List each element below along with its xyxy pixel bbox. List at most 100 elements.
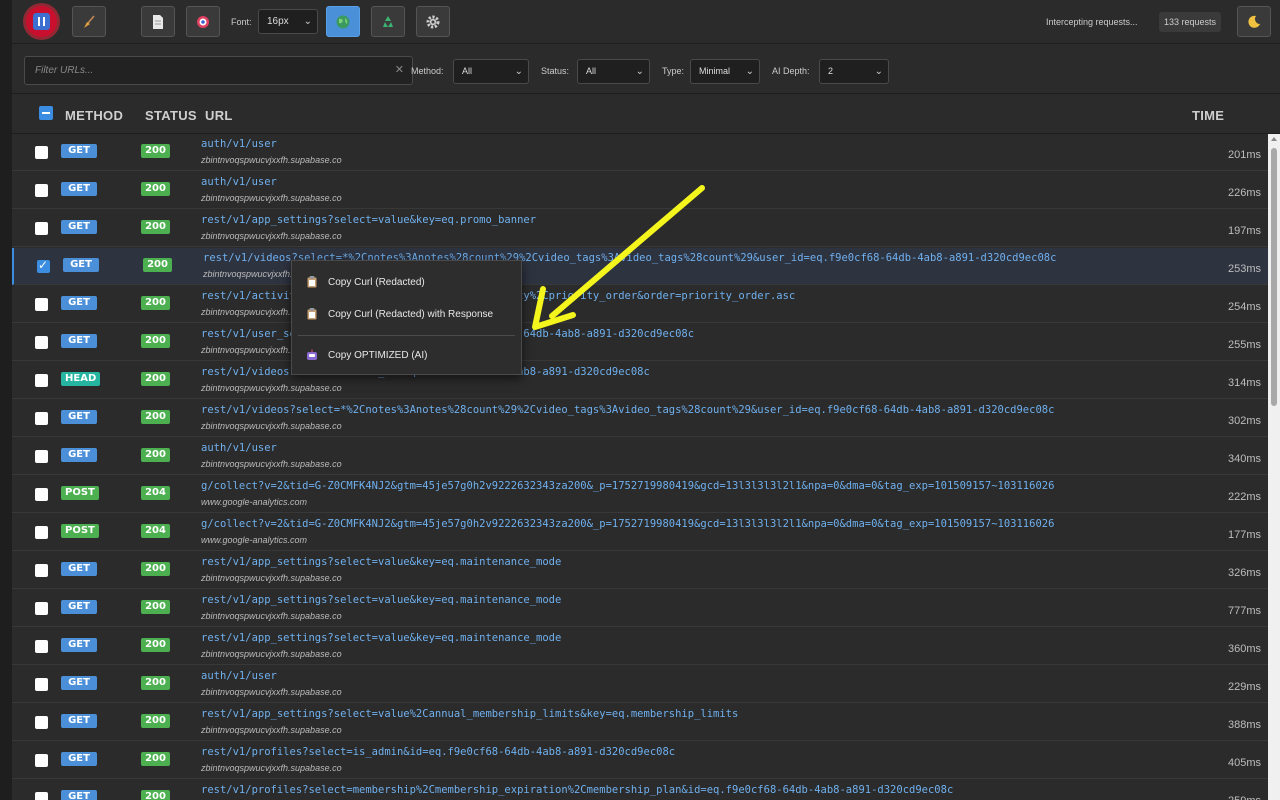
- table-row[interactable]: POST 204 g/collect?v=2&tid=G-Z0CMFK4NJ2&gt…: [12, 514, 1268, 551]
- clear-button[interactable]: [72, 6, 106, 37]
- request-host: zbintnvoqspwucvjxxfh.supabase.co: [201, 687, 342, 697]
- export-button[interactable]: [141, 6, 175, 37]
- status-badge: 200: [141, 714, 170, 728]
- context-menu-divider: [298, 335, 515, 336]
- row-checkbox[interactable]: [35, 146, 48, 159]
- table-row[interactable]: GET 200 rest/v1/app_settings?select=value&…: [12, 552, 1268, 589]
- type-select[interactable]: Minimal ⌄: [690, 59, 760, 84]
- row-checkbox[interactable]: [35, 716, 48, 729]
- status-column-header[interactable]: STATUS: [145, 108, 197, 123]
- status-badge: 200: [143, 258, 172, 272]
- table-row[interactable]: GET 200 rest/v1/profiles?select=membership…: [12, 780, 1268, 800]
- request-list: GET 200 auth/v1/user zbintnvoqspwucvjxxfh.s…: [12, 134, 1268, 800]
- request-url[interactable]: auth/v1/user: [201, 442, 1191, 454]
- table-row[interactable]: GET200rest/v1/videos?select=*%2Cnotes%3A…: [12, 400, 1268, 437]
- request-time: 388ms: [1227, 719, 1261, 731]
- ai-depth-select[interactable]: 2 ⌄: [819, 59, 889, 84]
- row-checkbox[interactable]: [35, 602, 48, 615]
- method-column-header[interactable]: METHOD: [65, 108, 123, 123]
- row-checkbox[interactable]: [35, 222, 48, 235]
- table-row[interactable]: GET 200 auth/v1/user zbintnvoqspwucvjxxfh.s…: [12, 438, 1268, 475]
- row-checkbox[interactable]: [35, 450, 48, 463]
- request-url[interactable]: auth/v1/user: [201, 176, 1191, 188]
- theme-toggle-button[interactable]: [1237, 6, 1271, 37]
- row-checkbox[interactable]: [35, 754, 48, 767]
- method-badge: GET: [61, 220, 97, 234]
- row-checkbox[interactable]: [35, 526, 48, 539]
- target-button[interactable]: [186, 6, 220, 37]
- status-select[interactable]: All ⌄: [577, 59, 650, 84]
- recycle-button[interactable]: [371, 6, 405, 37]
- table-row[interactable]: GET 200 rest/v1/app_settings?select=value&…: [12, 210, 1268, 247]
- row-checkbox[interactable]: [35, 640, 48, 653]
- request-url[interactable]: auth/v1/user: [201, 670, 1191, 682]
- status-select-value: All: [586, 66, 597, 76]
- select-all-checkbox[interactable]: [39, 106, 53, 120]
- method-badge: GET: [61, 600, 97, 614]
- request-url[interactable]: rest/v1/app_settings?select=value&key=eq…: [201, 594, 1191, 606]
- row-checkbox[interactable]: [35, 298, 48, 311]
- document-icon: [153, 14, 163, 29]
- url-column-header[interactable]: URL: [205, 108, 233, 123]
- table-row[interactable]: GET200rest/v1/videos?select=*%2Cnotes%3A…: [12, 248, 1268, 285]
- method-badge: GET: [61, 182, 97, 196]
- request-url[interactable]: rest/v1/app_settings?select=value%2Cannu…: [201, 708, 1191, 720]
- request-url[interactable]: g/collect?v=2&tid=G-Z0CMFK4NJ2&gtm=45je5…: [201, 480, 1191, 492]
- copy-curl-with-response-item[interactable]: Copy Curl (Redacted) with Response: [292, 299, 521, 329]
- font-size-select[interactable]: 16px ⌄: [258, 9, 318, 34]
- method-badge: GET: [61, 144, 97, 158]
- table-row[interactable]: GET 200 rest/v1/app_settings?select=value&…: [12, 628, 1268, 665]
- table-row[interactable]: POST 204 g/collect?v=2&tid=G-Z0CMFK4NJ2&gt…: [12, 476, 1268, 513]
- font-label: Font:: [231, 17, 252, 27]
- request-url[interactable]: rest/v1/app_settings?select=value&key=eq…: [201, 556, 1191, 568]
- settings-button[interactable]: [416, 6, 450, 37]
- clear-filter-icon[interactable]: ✕: [395, 57, 404, 84]
- table-row[interactable]: GET 200 rest/v1/profiles?select=is_admin&i…: [12, 742, 1268, 779]
- row-checkbox[interactable]: [35, 184, 48, 197]
- request-url[interactable]: rest/v1/app_settings?select=value&key=eq…: [201, 632, 1191, 644]
- scroll-up-icon[interactable]: [1271, 137, 1277, 141]
- copy-optimized-ai-item[interactable]: Copy OPTIMIZED (AI): [292, 340, 521, 370]
- table-row[interactable]: GET 200 auth/v1/user zbintnvoqspwucvjxxfh.s…: [12, 172, 1268, 209]
- recycle-icon: [383, 15, 393, 27]
- clipboard-icon: [306, 308, 318, 320]
- row-checkbox[interactable]: [35, 792, 48, 800]
- scrollbar[interactable]: [1268, 134, 1280, 800]
- request-count-badge: 133 requests: [1159, 12, 1222, 32]
- method-select[interactable]: All ⌄: [453, 59, 529, 84]
- method-badge: GET: [61, 790, 97, 800]
- chevron-down-icon: ⌄: [303, 16, 312, 27]
- row-checkbox[interactable]: [35, 336, 48, 349]
- url-filter-input[interactable]: Filter URLs... ✕: [24, 56, 413, 85]
- request-host: zbintnvoqspwucvjxxfh.supabase.co: [201, 193, 342, 203]
- table-row[interactable]: GET200rest/v1/activity_types?select=%2Cc…: [12, 286, 1268, 323]
- row-checkbox[interactable]: [35, 374, 48, 387]
- request-url[interactable]: rest/v1/videos?select=*%2Cnotes%3Anotes%…: [201, 404, 1191, 416]
- scrollbar-thumb[interactable]: [1271, 148, 1277, 406]
- copy-curl-redacted-item[interactable]: Copy Curl (Redacted): [292, 267, 521, 297]
- network-view-button[interactable]: [326, 6, 360, 37]
- pause-recording-button[interactable]: [26, 6, 57, 37]
- request-url[interactable]: rest/v1/app_settings?select=value&key=eq…: [201, 214, 1191, 226]
- table-row[interactable]: GET 200 auth/v1/user zbintnvoqspwucvjxxfh.s…: [12, 666, 1268, 703]
- request-url[interactable]: rest/v1/profiles?select=membership%2Cmem…: [201, 784, 1191, 796]
- request-url[interactable]: rest/v1/profiles?select=is_admin&id=eq.f…: [201, 746, 1191, 758]
- request-time: 177ms: [1227, 529, 1261, 541]
- request-url[interactable]: auth/v1/user: [201, 138, 1191, 150]
- status-badge: 200: [141, 144, 170, 158]
- table-row[interactable]: HEAD200rest/v1/videos?select=*&user_id=e…: [12, 362, 1268, 399]
- request-url[interactable]: g/collect?v=2&tid=G-Z0CMFK4NJ2&gtm=45je5…: [201, 518, 1191, 530]
- table-row[interactable]: GET 200 rest/v1/app_settings?select=value&…: [12, 590, 1268, 627]
- table-row[interactable]: GET200rest/v1/user_settings?select=*&use…: [12, 324, 1268, 361]
- table-row[interactable]: GET 200 rest/v1/app_settings?select=value%…: [12, 704, 1268, 741]
- row-checkbox[interactable]: [35, 488, 48, 501]
- row-checkbox[interactable]: [35, 412, 48, 425]
- row-checkbox[interactable]: [37, 258, 50, 273]
- row-checkbox[interactable]: [35, 564, 48, 577]
- table-row[interactable]: GET 200 auth/v1/user zbintnvoqspwucvjxxfh.s…: [12, 134, 1268, 171]
- chevron-down-icon: ⌄: [874, 66, 883, 77]
- request-time: 197ms: [1227, 225, 1261, 237]
- request-host: zbintnvoqspwucvjxxfh.supabase.co: [201, 383, 342, 393]
- time-column-header[interactable]: TIME: [1192, 108, 1224, 123]
- row-checkbox[interactable]: [35, 678, 48, 691]
